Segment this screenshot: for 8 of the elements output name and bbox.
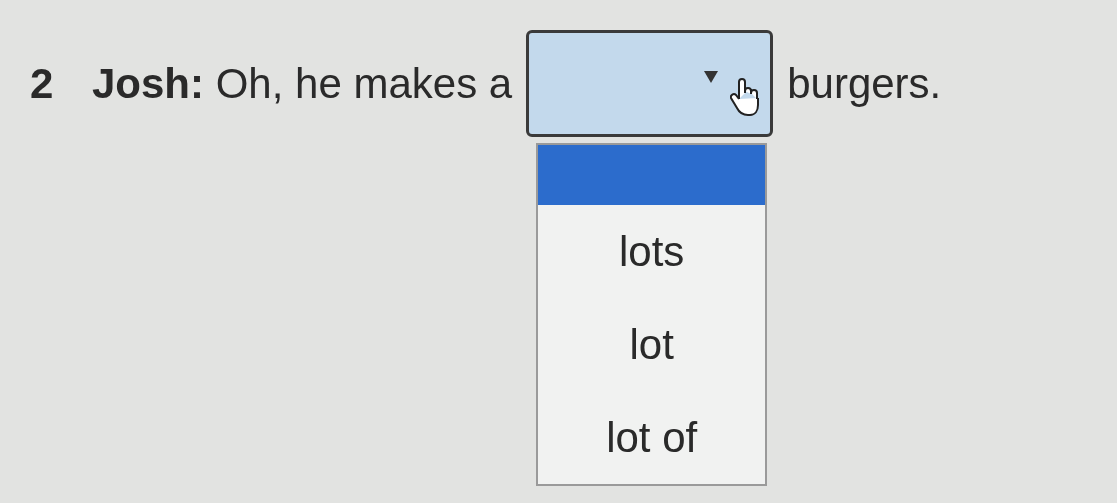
caret-icon <box>704 71 719 83</box>
dropdown-option[interactable]: lot of <box>538 391 766 484</box>
sentence-text: Josh: Oh, he makes a <box>92 59 513 108</box>
dropdown-option[interactable]: lots <box>538 205 766 298</box>
dropdown-field[interactable] <box>526 30 774 137</box>
dropdown-option[interactable]: lot <box>538 298 766 391</box>
question-number: 2 <box>30 59 55 108</box>
sentence-end-text: burgers. <box>787 59 942 108</box>
